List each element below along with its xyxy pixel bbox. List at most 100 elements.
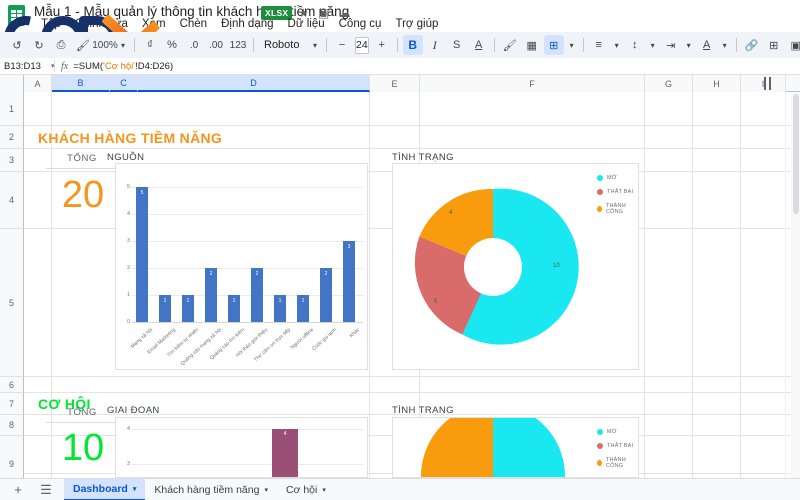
- column-header-h[interactable]: H: [693, 75, 741, 92]
- legend-dot-icon: [597, 429, 603, 435]
- menu-item-tools[interactable]: Công cụ: [332, 16, 389, 32]
- menu-item-edit[interactable]: Chỉnh sửa: [68, 16, 135, 32]
- legend-item-thanh-cong[interactable]: THÀNH CÔNG: [597, 457, 638, 469]
- legend-item-mo[interactable]: MỞ: [597, 175, 617, 181]
- column-header-g[interactable]: G: [645, 75, 693, 92]
- decrease-font-size-button[interactable]: −: [332, 35, 352, 55]
- grid-line: [692, 92, 693, 478]
- row-header-4[interactable]: 4: [0, 172, 24, 229]
- vertical-align-button[interactable]: ↕: [625, 35, 645, 55]
- legend-item-mo[interactable]: MỞ: [597, 429, 617, 435]
- row-header-8[interactable]: 8: [0, 415, 24, 436]
- row-header-9[interactable]: 9: [0, 436, 24, 478]
- cell-area[interactable]: KHÁCH HÀNG TIỀM NĂNG TỔNG 20 NGUỒN 5 4 3…: [24, 92, 800, 478]
- bar-value-4: 1: [232, 298, 236, 304]
- borders-button[interactable]: ▦: [522, 35, 542, 55]
- menu-item-data[interactable]: Dữ liệu: [281, 16, 332, 32]
- column-header-e[interactable]: E: [370, 75, 420, 92]
- vertical-scrollbar-thumb[interactable]: [792, 94, 799, 214]
- zoom-caret-icon[interactable]: ▾: [117, 35, 129, 55]
- vertical-scrollbar[interactable]: [791, 92, 800, 478]
- column-header-a[interactable]: A: [24, 75, 52, 92]
- chart-tinh-trang-pie[interactable]: MỞ THẤT BẠI THÀNH CÔNG: [392, 417, 639, 478]
- row-header-6[interactable]: 6: [0, 377, 24, 393]
- merge-cells-button[interactable]: ⊞: [543, 35, 564, 55]
- chart-giai-doan-bar[interactable]: 4 3 4: [115, 417, 368, 478]
- bar-9[interactable]: [343, 241, 355, 322]
- name-box[interactable]: B13:D13 ▾: [0, 59, 55, 74]
- add-sheet-button[interactable]: +: [8, 480, 28, 500]
- column-header-c[interactable]: C: [110, 75, 138, 92]
- valign-caret-icon[interactable]: ▾: [647, 35, 659, 55]
- sheet-tab-caret-icon[interactable]: ▾: [322, 486, 326, 494]
- row-header-2[interactable]: 2: [0, 126, 24, 149]
- currency-format-button[interactable]: ₫: [140, 35, 160, 55]
- bar-0[interactable]: [136, 187, 148, 322]
- italic-button[interactable]: I: [425, 35, 445, 55]
- column-resize-handle[interactable]: [764, 77, 766, 90]
- insert-link-button[interactable]: 🔗: [742, 35, 762, 55]
- row-header-5[interactable]: 5: [0, 229, 24, 377]
- chart-nguon-bar[interactable]: 5 4 3 2 1 0 5 1 1 2 1 2 1 1 2 3 Mạng xã …: [115, 163, 368, 370]
- increase-decimal-button[interactable]: .00: [206, 35, 226, 55]
- decrease-decimal-button[interactable]: .0: [184, 35, 204, 55]
- row-header-7[interactable]: 7: [0, 393, 24, 415]
- insert-comment-button[interactable]: ⊞: [764, 35, 784, 55]
- menu-item-file[interactable]: Tệp: [34, 16, 68, 32]
- legend-item-that-bai[interactable]: THẤT BẠI: [597, 443, 633, 449]
- pie-slice-thanh-cong[interactable]: [421, 418, 493, 478]
- menu-item-insert[interactable]: Chèn: [173, 16, 215, 32]
- menu-item-view[interactable]: Xem: [135, 16, 173, 32]
- sheet-tab-caret-icon[interactable]: ▾: [264, 486, 268, 494]
- horizontal-align-button[interactable]: ≡: [589, 35, 609, 55]
- wrap-caret-icon[interactable]: ▾: [683, 35, 695, 55]
- text-rotation-button[interactable]: A: [697, 35, 717, 55]
- select-all-corner[interactable]: [0, 75, 24, 92]
- legend-label-that-bai: THẤT BẠI: [607, 189, 634, 195]
- text-color-button[interactable]: A: [469, 35, 489, 55]
- increase-font-size-button[interactable]: +: [372, 35, 392, 55]
- sheet-tab-caret-icon[interactable]: ▾: [133, 485, 137, 493]
- pie-slice-mo[interactable]: [493, 418, 565, 478]
- font-family-selector[interactable]: Roboto: [259, 35, 307, 55]
- more-formats-button[interactable]: 123: [228, 35, 248, 55]
- column-header-b[interactable]: B: [52, 75, 110, 92]
- column-resize-handle[interactable]: [769, 77, 771, 90]
- menu-item-format[interactable]: Định dạng: [214, 16, 280, 32]
- merge-caret-icon[interactable]: ▾: [566, 35, 578, 55]
- row-header-3[interactable]: 3: [0, 149, 24, 172]
- strikethrough-button[interactable]: S: [447, 35, 467, 55]
- row-header-1[interactable]: 1: [0, 92, 24, 126]
- redo-button[interactable]: ↻: [29, 35, 49, 55]
- y-tick-4: 4: [126, 426, 130, 432]
- legend-item-thanh-cong[interactable]: THÀNH CÔNG: [597, 203, 638, 215]
- font-caret-icon[interactable]: ▾: [309, 35, 321, 55]
- percent-format-button[interactable]: %: [162, 35, 182, 55]
- chart-tinh-trang-donut[interactable]: 10 5 4 MỞ THẤT BẠI THÀNH CÔNG: [392, 163, 639, 370]
- kpi-divider: [46, 422, 120, 423]
- sheet-tab-co-hoi[interactable]: Cơ hội ▾: [277, 479, 335, 500]
- paint-format-button[interactable]: 🖌: [73, 35, 93, 55]
- all-sheets-button[interactable]: ☰: [36, 480, 56, 500]
- column-header-f[interactable]: F: [420, 75, 645, 92]
- sheet-tab-dashboard[interactable]: Dashboard ▾: [64, 478, 146, 500]
- leads-total-label: TỔNG: [67, 153, 97, 164]
- text-wrap-button[interactable]: ⇥: [661, 35, 681, 55]
- menu-item-help[interactable]: Trợ giúp: [388, 16, 445, 32]
- halign-caret-icon[interactable]: ▾: [611, 35, 623, 55]
- formula-input[interactable]: =SUM('Cơ hội'!D4:D26): [73, 61, 173, 72]
- undo-button[interactable]: ↺: [7, 35, 27, 55]
- font-size-input[interactable]: 24: [355, 36, 369, 54]
- y-tick-1: 1: [126, 292, 130, 298]
- fill-color-button[interactable]: 🖌: [500, 35, 520, 55]
- legend-item-that-bai[interactable]: THẤT BẠI: [597, 189, 633, 195]
- legend-dot-icon: [597, 460, 602, 466]
- zoom-selector[interactable]: 100%: [92, 35, 118, 55]
- column-header-d[interactable]: D: [138, 75, 370, 92]
- sheet-tab-khach-hang-tiem-nang[interactable]: Khách hàng tiềm năng ▾: [145, 479, 277, 500]
- bold-button[interactable]: B: [402, 35, 423, 55]
- grid-line: [132, 214, 363, 215]
- print-button[interactable]: ⎙: [51, 35, 71, 55]
- rotate-caret-icon[interactable]: ▾: [719, 35, 731, 55]
- insert-image-button[interactable]: ▣: [786, 35, 800, 55]
